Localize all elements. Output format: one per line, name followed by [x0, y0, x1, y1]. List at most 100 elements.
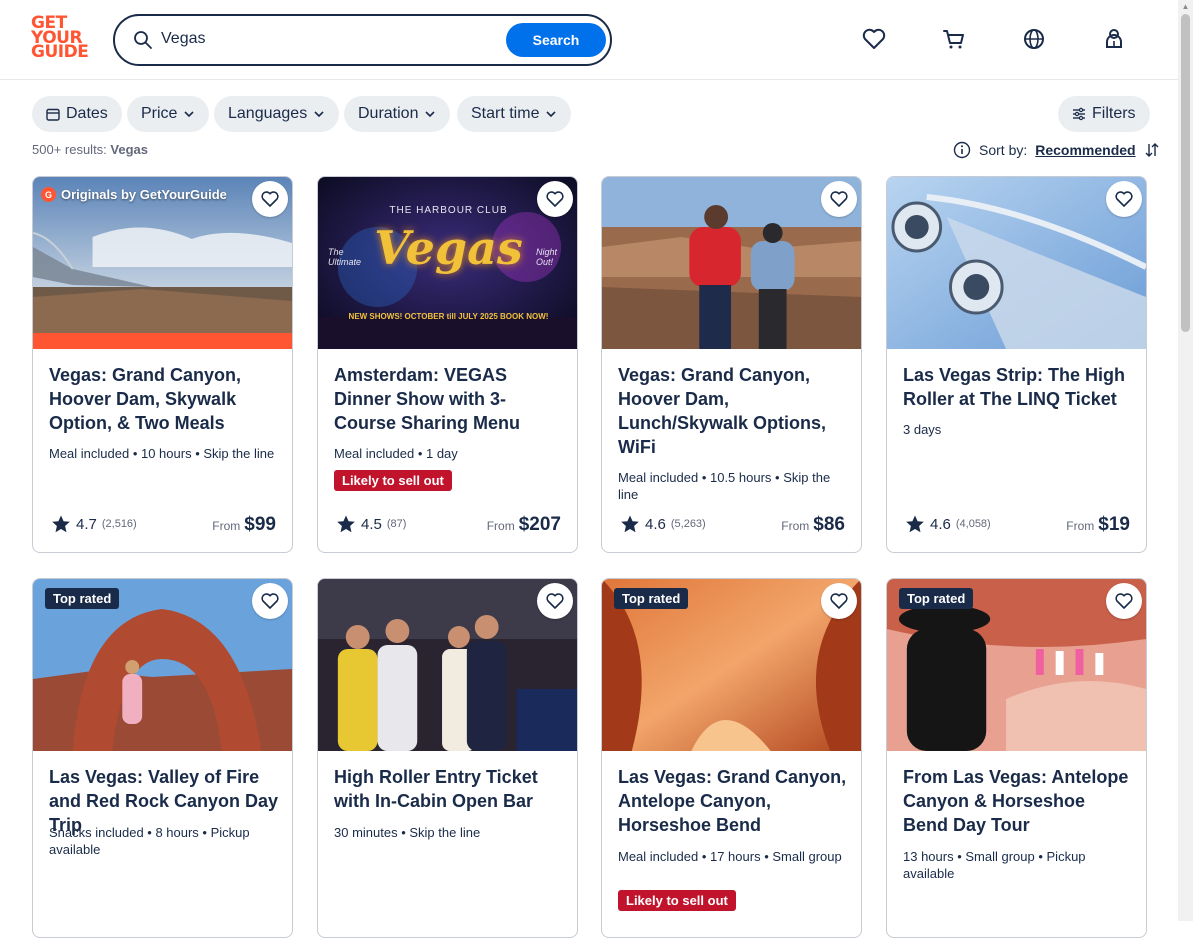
card-rating: 4.6 (5,263): [620, 514, 706, 534]
top-rated-badge: Top rated: [614, 588, 689, 609]
sellout-badge: Likely to sell out: [618, 890, 736, 911]
price-prefix: From: [1066, 519, 1095, 533]
wishlist-button[interactable]: [537, 583, 573, 619]
heart-icon: [1115, 593, 1133, 609]
heart-icon: [830, 593, 848, 609]
scrollbar-thumb[interactable]: [1181, 14, 1190, 332]
results-query: Vegas: [110, 142, 149, 157]
info-icon[interactable]: [953, 141, 971, 159]
search-input[interactable]: Vegas: [161, 30, 205, 48]
filter-price-label: Price: [141, 105, 178, 122]
heart-icon: [546, 593, 564, 609]
review-count: (2,516): [101, 518, 137, 530]
filters-button[interactable]: Filters: [1058, 96, 1150, 132]
sort-value[interactable]: Recommended: [1035, 142, 1135, 158]
sellout-badge: Likely to sell out: [334, 470, 452, 491]
originals-label: Originals by GetYourGuide: [61, 187, 227, 202]
card-title[interactable]: From Las Vegas: Antelope Canyon & Horses…: [903, 765, 1135, 837]
wishlist-button[interactable]: [821, 181, 857, 217]
wishlist-button[interactable]: [821, 583, 857, 619]
card-title[interactable]: Las Vegas: Grand Canyon, Antelope Canyon…: [618, 765, 850, 837]
filter-start-time[interactable]: Start time: [457, 96, 572, 132]
heart-icon: [261, 191, 279, 207]
activity-card[interactable]: THE HARBOUR CLUB Vegas The Ultimate Nigh…: [317, 176, 578, 553]
top-rated-badge: Top rated: [45, 588, 120, 609]
search-button[interactable]: Search: [506, 23, 606, 57]
card-meta: Meal included • 10 hours • Skip the line: [49, 446, 275, 461]
heart-icon: [1115, 191, 1133, 207]
activity-card[interactable]: Top rated Las Vegas: Grand Canyon, Antel…: [601, 578, 862, 938]
card-title[interactable]: High Roller Entry Ticket with In-Cabin O…: [334, 765, 566, 813]
cart-icon[interactable]: [941, 26, 967, 52]
logo-line-3: GUIDE: [31, 42, 89, 62]
activity-card[interactable]: Top rated From Las Vegas: Antelope Canyo…: [886, 578, 1147, 938]
card-price: From $19: [1066, 514, 1130, 536]
card-price: From $207: [487, 514, 561, 536]
activity-card[interactable]: Top rated Las Vegas: Valley of Fire and …: [32, 578, 293, 938]
card-meta: Meal included • 1 day: [334, 446, 458, 461]
originals-band: [33, 333, 292, 349]
star-icon: [337, 515, 355, 533]
rating-value: 4.7: [76, 515, 97, 533]
card-meta: Meal included • 10.5 hours • Skip the li…: [618, 470, 831, 502]
filter-duration[interactable]: Duration: [344, 96, 451, 132]
heart-icon: [546, 191, 564, 207]
star-icon: [52, 515, 70, 533]
sort-arrows-icon[interactable]: [1144, 142, 1160, 158]
heart-icon[interactable]: [861, 26, 887, 52]
price-prefix: From: [781, 519, 810, 533]
top-rated-badge: Top rated: [899, 588, 974, 609]
filter-dates-label: Dates: [66, 105, 108, 122]
review-count: (4,058): [955, 518, 991, 530]
profile-icon[interactable]: [1101, 26, 1127, 52]
card-title[interactable]: Las Vegas Strip: The High Roller at The …: [903, 363, 1135, 411]
scroll-up-icon[interactable]: ▲: [1181, 3, 1190, 11]
card-rating: 4.7 (2,516): [51, 514, 137, 534]
price-value: $86: [813, 514, 845, 535]
sort-control[interactable]: Sort by: Recommended: [953, 141, 1160, 159]
wishlist-button[interactable]: [252, 181, 288, 217]
card-meta: 30 minutes • Skip the line: [334, 825, 481, 840]
rating-value: 4.6: [930, 515, 951, 533]
filter-languages-label: Languages: [228, 105, 308, 122]
show-bottom-text: NEW SHOWS! OCTOBER till JULY 2025 BOOK N…: [348, 312, 549, 321]
card-title[interactable]: Vegas: Grand Canyon, Hoover Dam, Skywalk…: [49, 363, 281, 435]
card-rating: 4.6 (4,058): [905, 514, 991, 534]
wishlist-button[interactable]: [1106, 181, 1142, 217]
activity-card[interactable]: High Roller Entry Ticket with In-Cabin O…: [317, 578, 578, 938]
rating-value: 4.5: [361, 515, 382, 533]
star-icon: [621, 515, 639, 533]
sort-label: Sort by:: [979, 142, 1028, 158]
filter-dates[interactable]: Dates: [32, 96, 122, 132]
originals-badge: G Originals by GetYourGuide: [41, 187, 227, 202]
wishlist-button[interactable]: [252, 583, 288, 619]
price-prefix: From: [486, 519, 515, 533]
price-value: $99: [244, 514, 276, 535]
card-rating: 4.5 (87): [336, 514, 406, 534]
heart-icon: [830, 191, 848, 207]
results-count-text: 500+ results:: [32, 142, 107, 157]
wishlist-button[interactable]: [537, 181, 573, 217]
rating-value: 4.6: [645, 515, 666, 533]
card-meta: Snacks included • 8 hours • Pickup avail…: [49, 825, 250, 857]
calendar-icon: [46, 108, 60, 121]
filter-price[interactable]: Price: [127, 96, 210, 132]
price-value: $207: [518, 514, 561, 535]
card-price: From $99: [212, 514, 276, 536]
filter-languages[interactable]: Languages: [214, 96, 340, 132]
globe-icon[interactable]: [1021, 26, 1047, 52]
card-meta: Meal included • 17 hours • Small group: [618, 849, 842, 864]
wishlist-button[interactable]: [1106, 583, 1142, 619]
card-title[interactable]: Vegas: Grand Canyon, Hoover Dam, Lunch/S…: [618, 363, 850, 459]
filter-duration-label: Duration: [358, 105, 419, 122]
chevron-down-icon: [184, 111, 195, 118]
activity-card[interactable]: Las Vegas Strip: The High Roller at The …: [886, 176, 1147, 553]
getyourguide-logo[interactable]: GET YOUR GUIDE: [31, 15, 91, 62]
originals-logo-mark: G: [41, 187, 56, 202]
price-prefix: From: [212, 519, 241, 533]
show-right-text: Night Out!: [536, 247, 558, 267]
activity-card[interactable]: Vegas: Grand Canyon, Hoover Dam, Lunch/S…: [601, 176, 862, 553]
activity-card[interactable]: G Originals by GetYourGuide Vegas: Grand…: [32, 176, 293, 553]
card-title[interactable]: Amsterdam: VEGAS Dinner Show with 3-Cour…: [334, 363, 566, 435]
review-count: (5,263): [670, 518, 706, 530]
